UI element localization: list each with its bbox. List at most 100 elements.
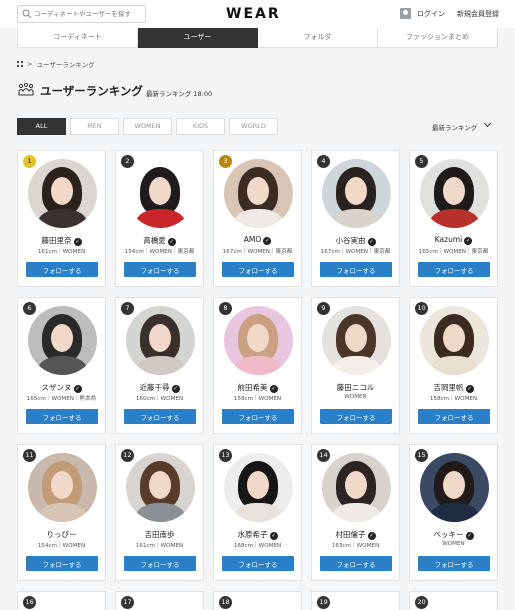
user-name[interactable]: スザンヌ — [42, 383, 72, 392]
user-card[interactable]: 16 — [17, 591, 106, 610]
user-name-row[interactable]: AMO ✓ — [214, 235, 301, 245]
user-card[interactable]: 1 藤田里奈 ✓ 161cm｜WOMEN フォローする — [17, 150, 106, 287]
user-card[interactable]: 19 — [311, 591, 400, 610]
user-card[interactable]: 8 前田希美 ✓ 158cm｜WOMEN フォローする — [213, 297, 302, 434]
user-name[interactable]: 村田倫子 — [336, 530, 366, 539]
avatar[interactable] — [126, 159, 195, 228]
avatar[interactable] — [322, 453, 391, 522]
user-name-row[interactable]: 高橋愛 ✓ — [116, 235, 203, 246]
follow-button[interactable]: フォローする — [418, 262, 490, 277]
user-name-row[interactable]: 吉岡里帆 ✓ — [410, 382, 497, 393]
user-card[interactable]: 3 AMO ✓ 167cm｜WOMEN｜東京都 フォローする — [213, 150, 302, 287]
user-name-row[interactable]: 藤田ニコル — [312, 382, 399, 393]
user-card[interactable]: 13 水原希子 ✓ 168cm｜WOMEN フォローする — [213, 444, 302, 581]
filter-all[interactable]: ALL — [17, 118, 66, 135]
user-name[interactable]: 吉岡里帆 — [434, 383, 464, 392]
follow-button[interactable]: フォローする — [222, 409, 294, 424]
user-name[interactable]: 水原希子 — [238, 530, 268, 539]
avatar[interactable] — [420, 159, 489, 228]
register-link[interactable]: 新規会員登録 — [457, 9, 499, 19]
user-name[interactable]: 藤田ニコル — [337, 383, 375, 392]
follow-button[interactable]: フォローする — [222, 556, 294, 571]
user-card[interactable]: 5 Kazumi ✓ 165cm｜WOMEN｜東京都 フォローする — [409, 150, 498, 287]
user-name-row[interactable]: 吉田南歩 — [116, 529, 203, 540]
user-name[interactable]: 吉田南歩 — [145, 530, 175, 539]
tab-folder[interactable]: フォルダ — [258, 28, 378, 48]
user-name[interactable]: 近藤千尋 — [140, 383, 170, 392]
user-name-row[interactable]: 近藤千尋 ✓ — [116, 382, 203, 393]
user-name-row[interactable]: 前田希美 ✓ — [214, 382, 301, 393]
follow-button[interactable]: フォローする — [320, 556, 392, 571]
login-link[interactable]: ログイン — [417, 9, 445, 19]
user-name-row[interactable]: Kazumi ✓ — [410, 235, 497, 245]
chevron-down-icon[interactable] — [483, 119, 492, 128]
user-name[interactable]: AMO — [244, 235, 262, 244]
user-card[interactable]: 9 藤田ニコル WOMEN フォローする — [311, 297, 400, 434]
user-card[interactable]: 18 — [213, 591, 302, 610]
user-card[interactable]: 2 高橋愛 ✓ 154cm｜WOMEN｜東京都 フォローする — [115, 150, 204, 287]
avatar[interactable] — [420, 306, 489, 375]
user-name[interactable]: 高橋愛 — [143, 236, 166, 245]
user-name[interactable]: 小谷実由 — [336, 236, 366, 245]
user-icon[interactable] — [400, 8, 411, 19]
avatar[interactable] — [224, 306, 293, 375]
user-card[interactable]: 14 村田倫子 ✓ 163cm｜WOMEN フォローする — [311, 444, 400, 581]
user-name-row[interactable]: スザンヌ ✓ — [18, 382, 105, 393]
home-grid-icon[interactable] — [17, 61, 23, 67]
follow-button[interactable]: フォローする — [124, 556, 196, 571]
user-card[interactable]: 6 スザンヌ ✓ 165cm｜WOMEN｜熊本県 フォローする — [17, 297, 106, 434]
user-name-row[interactable]: 藤田里奈 ✓ — [18, 235, 105, 246]
user-card[interactable]: 10 吉岡里帆 ✓ 158cm｜WOMEN フォローする — [409, 297, 498, 434]
avatar[interactable] — [126, 453, 195, 522]
user-name[interactable]: 前田希美 — [238, 383, 268, 392]
follow-button[interactable]: フォローする — [418, 409, 490, 424]
avatar[interactable] — [420, 453, 489, 522]
tab-coordinate[interactable]: コーディネート — [18, 28, 138, 48]
filter-women[interactable]: WOMEN — [123, 118, 172, 135]
filter-kids[interactable]: KIDS — [176, 118, 225, 135]
user-card[interactable]: 12 吉田南歩 161cm｜WOMEN フォローする — [115, 444, 204, 581]
search-box[interactable] — [17, 5, 146, 23]
follow-button[interactable]: フォローする — [26, 262, 98, 277]
follow-button[interactable]: フォローする — [320, 409, 392, 424]
tab-users[interactable]: ユーザー — [138, 28, 258, 48]
follow-button[interactable]: フォローする — [222, 262, 294, 277]
follow-button[interactable]: フォローする — [124, 262, 196, 277]
user-card[interactable]: 4 小谷実由 ✓ 167cm｜WOMEN｜東京都 フォローする — [311, 150, 400, 287]
user-card[interactable]: 11 りっぴー 154cm｜WOMEN フォローする — [17, 444, 106, 581]
avatar[interactable] — [224, 453, 293, 522]
avatar[interactable] — [224, 159, 293, 228]
sort-dropdown[interactable]: 最新ランキング — [432, 122, 477, 132]
user-card[interactable]: 17 — [115, 591, 204, 610]
user-name-row[interactable]: りっぴー — [18, 529, 105, 540]
search-input[interactable] — [34, 7, 144, 21]
follow-button[interactable]: フォローする — [26, 556, 98, 571]
filter-men[interactable]: MEN — [70, 118, 119, 135]
avatar[interactable] — [28, 453, 97, 522]
user-name-row[interactable]: ベッキー ✓ — [410, 529, 497, 540]
user-name[interactable]: りっぴー — [47, 530, 77, 539]
user-name-row[interactable]: 水原希子 ✓ — [214, 529, 301, 540]
avatar[interactable] — [322, 159, 391, 228]
user-meta: 161cm｜WOMEN — [135, 543, 184, 549]
user-name[interactable]: 藤田里奈 — [42, 236, 72, 245]
user-name-row[interactable]: 村田倫子 ✓ — [312, 529, 399, 540]
avatar[interactable] — [126, 306, 195, 375]
wear-logo[interactable]: WEAR — [226, 6, 281, 22]
filter-world[interactable]: WORLD — [229, 118, 278, 135]
user-card[interactable]: 7 近藤千尋 ✓ 160cm｜WOMEN フォローする — [115, 297, 204, 434]
user-name[interactable]: Kazumi — [435, 235, 462, 244]
user-card[interactable]: 15 ベッキー ✓ WOMEN フォローする — [409, 444, 498, 581]
user-name[interactable]: ベッキー — [434, 530, 464, 539]
follow-button[interactable]: フォローする — [26, 409, 98, 424]
follow-button[interactable]: フォローする — [124, 409, 196, 424]
avatar[interactable] — [28, 306, 97, 375]
user-card[interactable]: 20 — [409, 591, 498, 610]
avatar[interactable] — [28, 159, 97, 228]
avatar[interactable] — [322, 306, 391, 375]
user-name-row[interactable]: 小谷実由 ✓ — [312, 235, 399, 246]
follow-button[interactable]: フォローする — [320, 262, 392, 277]
follow-button[interactable]: フォローする — [418, 556, 490, 571]
tab-fashion-matome[interactable]: ファッションまとめ — [378, 28, 498, 48]
rank-badge: 8 — [219, 302, 232, 315]
